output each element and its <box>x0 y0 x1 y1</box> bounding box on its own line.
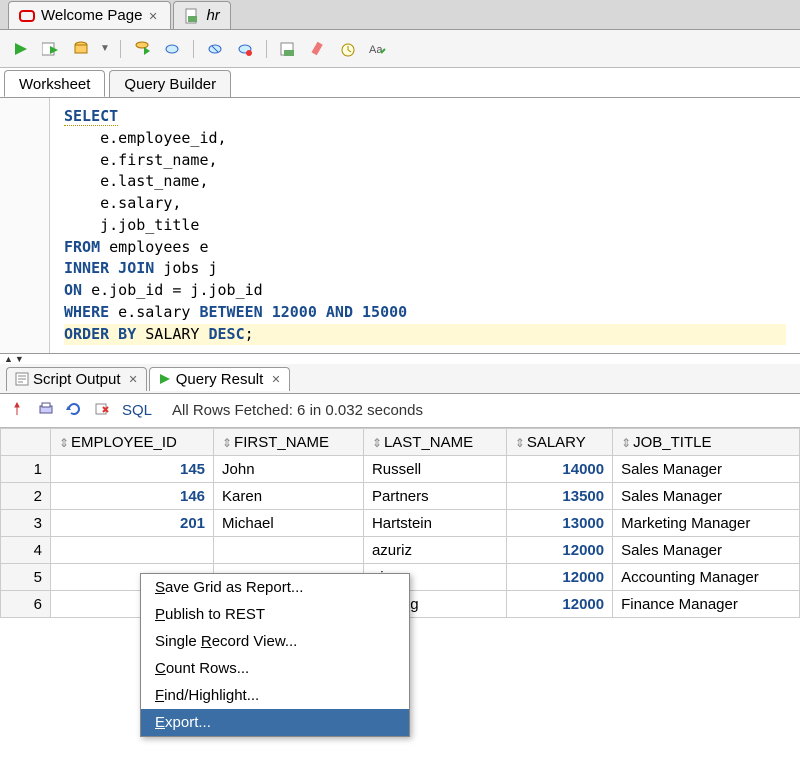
row-number: 3 <box>1 510 51 537</box>
explain-plan-icon[interactable] <box>70 38 92 60</box>
row-number: 2 <box>1 483 51 510</box>
col-job-title[interactable]: ⇕JOB_TITLE <box>613 429 800 456</box>
svg-text:Aa: Aa <box>369 44 383 56</box>
cell-salary[interactable]: 13500 <box>506 483 612 510</box>
worksheet-tabs: Worksheet Query Builder <box>0 68 800 98</box>
col-first-name[interactable]: ⇕FIRST_NAME <box>214 429 364 456</box>
table-row[interactable]: 1145JohnRussell14000Sales Manager <box>1 456 800 483</box>
context-menu-item[interactable]: Export... <box>141 709 409 736</box>
code-area[interactable]: SELECT e.employee_id, e.first_name, e.la… <box>50 98 800 353</box>
cell-job-title[interactable]: Finance Manager <box>613 591 800 618</box>
autotrace-icon[interactable] <box>131 38 153 60</box>
cell-employee-id[interactable]: 145 <box>51 456 214 483</box>
row-number: 6 <box>1 591 51 618</box>
tab-label: Script Output <box>33 371 121 388</box>
cell-first-name[interactable]: Michael <box>214 510 364 537</box>
column-sort-icon: ⇕ <box>222 436 232 450</box>
cell-salary[interactable]: 14000 <box>506 456 612 483</box>
rollback-icon[interactable] <box>204 38 226 60</box>
close-icon[interactable]: ✕ <box>129 373 138 386</box>
cell-salary[interactable]: 12000 <box>506 591 612 618</box>
tab-label: Welcome Page <box>41 7 142 24</box>
cell-salary[interactable]: 12000 <box>506 537 612 564</box>
cell-employee-id[interactable]: 146 <box>51 483 214 510</box>
case-icon[interactable]: Aa <box>367 38 389 60</box>
cell-last-name[interactable]: Partners <box>363 483 506 510</box>
pin-icon[interactable] <box>10 402 28 420</box>
column-sort-icon: ⇕ <box>59 436 69 450</box>
context-menu-item[interactable]: Publish to REST <box>141 601 409 628</box>
fetch-status: All Rows Fetched: 6 in 0.032 seconds <box>172 402 423 419</box>
cell-salary[interactable]: 12000 <box>506 564 612 591</box>
col-employee-id[interactable]: ⇕EMPLOYEE_ID <box>51 429 214 456</box>
tab-worksheet[interactable]: Worksheet <box>4 70 105 97</box>
col-salary[interactable]: ⇕SALARY <box>506 429 612 456</box>
cell-first-name[interactable]: Karen <box>214 483 364 510</box>
tab-welcome[interactable]: Welcome Page ✕ <box>8 1 171 29</box>
tab-script-output[interactable]: Script Output ✕ <box>6 367 147 391</box>
cell-last-name[interactable]: azuriz <box>363 537 506 564</box>
tab-query-result[interactable]: Query Result ✕ <box>149 367 290 391</box>
cell-first-name[interactable]: John <box>214 456 364 483</box>
sql-history-icon[interactable] <box>277 38 299 60</box>
cell-job-title[interactable]: Sales Manager <box>613 537 800 564</box>
top-tabs: Welcome Page ✕ hr <box>0 0 800 30</box>
unshared-icon[interactable] <box>234 38 256 60</box>
context-menu-item[interactable]: Save Grid as Report... <box>141 574 409 601</box>
close-icon[interactable]: ✕ <box>271 373 280 386</box>
splitter[interactable]: ▲▼ <box>0 354 800 364</box>
header-row: ⇕EMPLOYEE_ID ⇕FIRST_NAME ⇕LAST_NAME ⇕SAL… <box>1 429 800 456</box>
row-number: 4 <box>1 537 51 564</box>
editor-gutter <box>0 98 50 353</box>
tab-label: hr <box>206 7 219 24</box>
tab-query-builder[interactable]: Query Builder <box>109 70 231 97</box>
run-icon <box>158 372 172 386</box>
timing-icon[interactable] <box>337 38 359 60</box>
cell-job-title[interactable]: Sales Manager <box>613 483 800 510</box>
cell-job-title[interactable]: Marketing Manager <box>613 510 800 537</box>
refresh-icon[interactable] <box>66 402 84 420</box>
result-toolbar: SQL All Rows Fetched: 6 in 0.032 seconds <box>0 394 800 428</box>
context-menu-item[interactable]: Single Record View... <box>141 628 409 655</box>
tab-hr[interactable]: hr <box>173 1 230 29</box>
close-icon[interactable]: ✕ <box>148 10 160 22</box>
commit-icon[interactable] <box>161 38 183 60</box>
sql-link[interactable]: SQL <box>122 402 152 419</box>
dropdown-arrow-icon[interactable]: ▼ <box>100 43 110 54</box>
script-output-icon <box>15 372 29 386</box>
context-menu-item[interactable]: Count Rows... <box>141 655 409 682</box>
run-script-icon[interactable] <box>40 38 62 60</box>
table-row[interactable]: 3201MichaelHartstein13000Marketing Manag… <box>1 510 800 537</box>
column-sort-icon: ⇕ <box>621 436 631 450</box>
sql-editor[interactable]: SELECT e.employee_id, e.first_name, e.la… <box>0 98 800 354</box>
table-row[interactable]: 4 azuriz12000Sales Manager <box>1 537 800 564</box>
row-number: 5 <box>1 564 51 591</box>
cell-employee-id[interactable]: 201 <box>51 510 214 537</box>
oracle-icon <box>19 8 35 24</box>
tab-label: Query Result <box>176 371 264 388</box>
column-sort-icon: ⇕ <box>515 436 525 450</box>
cell-job-title[interactable]: Accounting Manager <box>613 564 800 591</box>
delete-icon[interactable] <box>94 402 112 420</box>
cell-salary[interactable]: 13000 <box>506 510 612 537</box>
clear-icon[interactable] <box>307 38 329 60</box>
context-menu-item[interactable]: Find/Highlight... <box>141 682 409 709</box>
column-sort-icon: ⇕ <box>372 436 382 450</box>
cell-employee-id[interactable] <box>51 537 214 564</box>
context-menu: Save Grid as Report...Publish to RESTSin… <box>140 573 410 737</box>
print-icon[interactable] <box>38 402 56 420</box>
sql-file-icon <box>184 8 200 24</box>
cell-first-name[interactable] <box>214 537 364 564</box>
cell-job-title[interactable]: Sales Manager <box>613 456 800 483</box>
rownum-header <box>1 429 51 456</box>
cell-last-name[interactable]: Hartstein <box>363 510 506 537</box>
cell-last-name[interactable]: Russell <box>363 456 506 483</box>
sql-toolbar: ▼ Aa <box>0 30 800 68</box>
col-last-name[interactable]: ⇕LAST_NAME <box>363 429 506 456</box>
result-tabs: Script Output ✕ Query Result ✕ <box>0 364 800 394</box>
row-number: 1 <box>1 456 51 483</box>
run-icon[interactable] <box>10 38 32 60</box>
table-row[interactable]: 2146KarenPartners13500Sales Manager <box>1 483 800 510</box>
